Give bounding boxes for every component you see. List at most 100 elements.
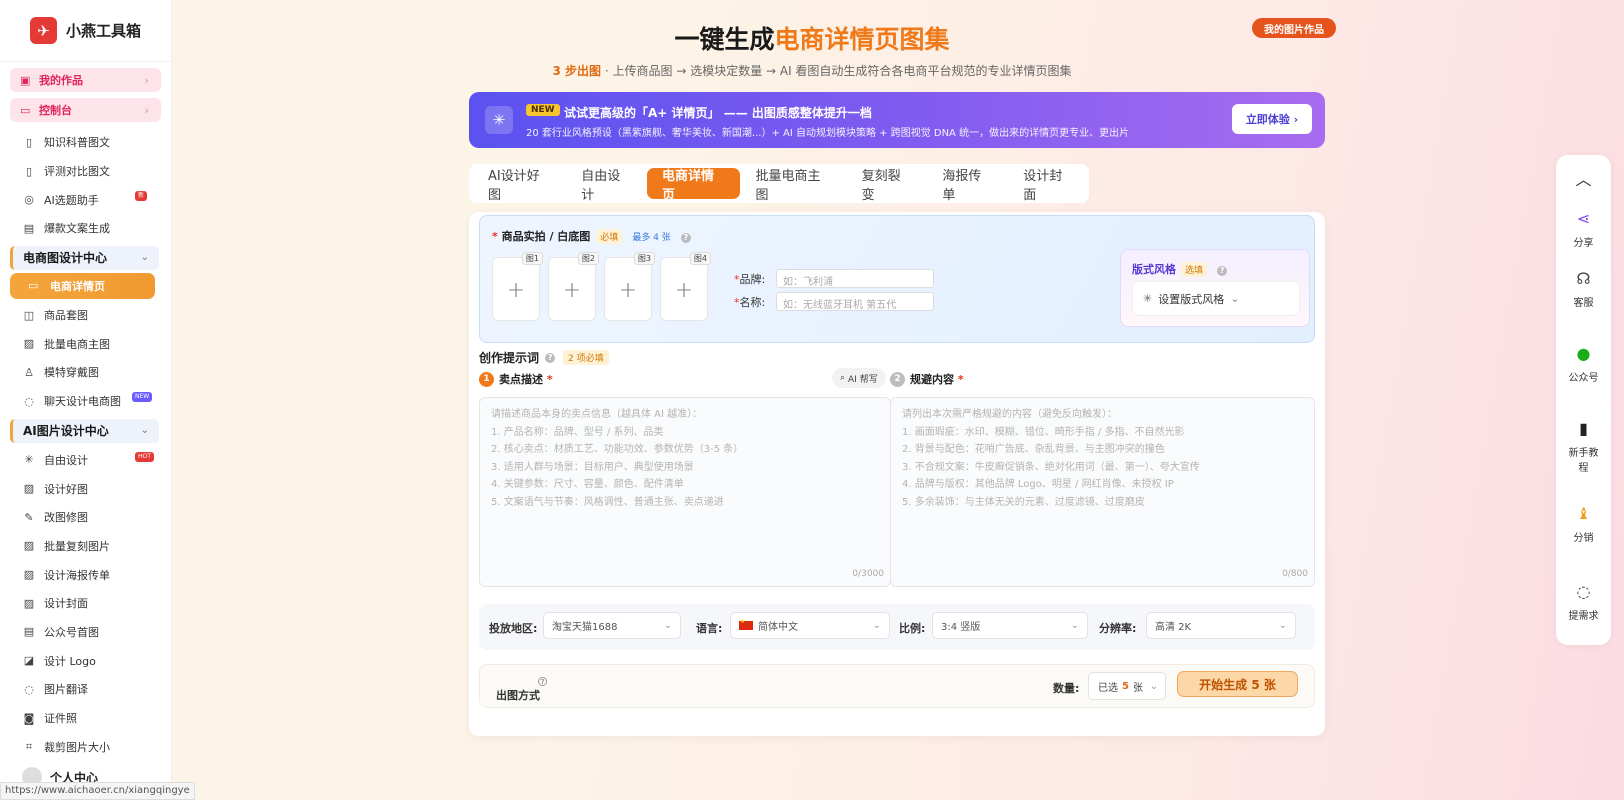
sidebar-item-product-set[interactable]: ◫ 商品套图 [0,301,171,330]
rail-service[interactable]: ☊ 客服 [1556,267,1611,310]
rail-share[interactable]: ⋖ 分享 [1556,207,1611,250]
my-works-button[interactable]: 我的图片作品 [1252,18,1336,38]
brand-label: *品牌: [734,273,766,286]
sidebar-console[interactable]: ▭ 控制台 › [10,98,161,122]
quantity-label: 数量: [1053,682,1080,695]
sidebar-item-model[interactable]: ♙ 模特穿戴图 [0,358,171,387]
brand-input[interactable]: 如：飞利浦 [776,269,934,288]
placeholder-line: 3. 适用人群与场景：目标用户、典型使用场景 [491,461,694,473]
right-rail: ︿ ⋖ 分享 ☊ 客服 ● 公众号 ▮ 新手教程 ♝ 分销 ◌ 提需求 [1556,155,1611,645]
placeholder-line: 4. 品牌与版权：其他品牌 Logo、明星 / 网红肖像、未授权 IP [902,479,1174,490]
tab-replicate[interactable]: 复刻裂变 [847,168,928,203]
tab-poster[interactable]: 海报传单 [927,168,1008,203]
chevron-down-icon: ⌄ [1230,292,1240,305]
quantity-select[interactable]: 已选 5 张 ⌄ [1088,672,1166,700]
title-main: 一键生成 [674,25,775,54]
sidebar-item-free-design[interactable]: ✳ 自由设计 HOT [0,446,171,475]
rail-wechat[interactable]: ● 公众号 [1556,342,1611,385]
new-badge: NEW [132,391,153,402]
collapse-button[interactable]: ︿ [1556,167,1611,194]
sidebar-item-good-image[interactable]: ▨ 设计好图 [0,474,171,503]
upload-slot-3[interactable]: 图3 + [604,252,655,321]
rail-request[interactable]: ◌ 提需求 [1556,580,1611,623]
sidebar-item-id-photo[interactable]: ◙ 证件照 [0,704,171,733]
sidebar-item-knowledge[interactable]: ▯ 知识科普图文 [0,128,171,157]
document-icon: ▤ [23,625,35,639]
sidebar-item-label: 商品套图 [44,309,88,323]
sidebar-item-cover[interactable]: ▨ 设计封面 [0,589,171,618]
promo-banner[interactable]: ✳ NEW 试试更高级的「A+ 详情页」 —— 出图质感整体提升一档 20 套行… [469,92,1325,148]
pen-icon: ✎ [24,510,34,524]
section-ecommerce[interactable]: 电商图设计中心 ⌄ [10,245,159,270]
tab-detail-page[interactable]: 电商详情页 [646,168,741,203]
upload-panel: * 商品实拍 / 白底图 必填 最多 4 张? 图1 + 图2 + 图3 + 图4 + *品… [479,215,1315,343]
tab-batch-main[interactable]: 批量电商主图 [740,168,846,203]
section-ai-image[interactable]: AI图片设计中心 ⌄ [10,418,159,443]
resolution-select[interactable]: 高清 2K ⌄ [1146,612,1296,639]
rail-tutorial[interactable]: ▮ 新手教程 [1556,417,1611,475]
book-open-icon: ▮ [1579,418,1588,438]
generate-button[interactable]: 开始生成 5 张 [1177,671,1298,697]
sparkle-icon: ✳ [485,106,513,134]
sidebar-item-logo[interactable]: ◪ 设计 Logo [0,646,171,675]
sidebar-item-wechat-cover[interactable]: ▤ 公众号首图 [0,618,171,647]
col-title: 规避内容 [910,373,954,386]
status-url: https://www.aichaoer.cn/xiangqingye [0,782,195,800]
ratio-select[interactable]: 3:4 竖版 ⌄ [932,612,1088,639]
slot-number: 图2 [577,252,599,265]
tab-ai-design[interactable]: AI设计好图 [473,168,566,203]
help-icon[interactable]: ? [1217,266,1228,276]
placeholder-line: 1. 画面瑕疵：水印、模糊、错位、畸形手指 / 多指、不自然光影 [902,426,1185,438]
sidebar-item-detail-page[interactable]: ▭ 电商详情页 [10,272,155,299]
image-icon: ▨ [23,596,35,610]
sidebar-item-label: AI选题助手 [44,193,99,207]
sidebar-item-label: 控制台 [39,104,72,117]
subtitle-text: · 上传商品图 → 选模块定数量 → AI 看图自动生成符合各电商平台规范的专业… [601,64,1072,78]
sidebar-item-topic[interactable]: ◎ AI选题助手 新 [0,185,171,214]
image-edit-icon: ▨ [23,482,35,496]
settings-row: 投放地区: 淘宝天猫1688 ⌄ 语言: 简体中文 ⌄ 比例: 3:4 竖版 ⌄ 分辨… [479,604,1315,650]
sidebar-item-batch-copy[interactable]: ▨ 批量复刻图片 [0,532,171,561]
help-icon[interactable]: ? [538,677,547,686]
layout-style-select[interactable]: ✳ 设置版式风格 ⌄ [1132,281,1300,316]
sidebar: ✈ 小燕工具箱 ▣ 我的作品 › ▭ 控制台 › ▯ 知识科普图文 ▯ 评测对比图文… [0,0,172,800]
col-title: 卖点描述 [499,373,543,386]
image-icon: ▨ [23,539,35,553]
avoid-textarea[interactable]: 请列出本次需严格规避的内容（避免反向触发）： 1. 画面瑕疵：水印、模糊、错位、… [890,397,1315,587]
book-icon: ▯ [25,135,33,149]
sidebar-item-edit[interactable]: ✎ 改图修图 [0,503,171,532]
tab-cover[interactable]: 设计封面 [1008,168,1089,203]
slot-number: 图1 [521,252,543,265]
selling-points-textarea[interactable]: 请描述商品本身的卖点信息（越具体 AI 越准）： 1. 产品名称：品牌、型号 /… [479,397,891,587]
upload-slot-2[interactable]: 图2 + [548,252,599,321]
help-icon[interactable]: ? [545,352,556,363]
sidebar-item-label: 证件照 [44,712,77,726]
sidebar-item-batch-main[interactable]: ▨ 批量电商主图 [0,329,171,358]
button-label: AI 帮写 [848,374,878,385]
sidebar-item-crop[interactable]: ⌗ 裁剪图片大小 [0,732,171,761]
ai-help-button[interactable]: ⌕ AI 帮写 [832,368,886,388]
message-icon: ◌ [1576,581,1591,601]
sidebar-item-label: 评测对比图文 [44,165,110,179]
tab-free-design[interactable]: 自由设计 [566,168,647,203]
placeholder-line: 请描述商品本身的卖点信息（越具体 AI 越准）： [491,409,703,420]
upload-slot-4[interactable]: 图4 + [660,252,711,321]
upload-slot-1[interactable]: 图1 + [492,252,543,321]
placeholder-line: 2. 背景与配色：花哨广告底、杂乱背景、与主图冲突的撞色 [902,444,1165,455]
region-select[interactable]: 淘宝天猫1688 ⌄ [543,612,681,639]
sidebar-item-chat-design[interactable]: ◌ 聊天设计电商图 NEW [0,387,171,416]
rail-distribution[interactable]: ♝ 分销 [1556,502,1611,545]
prompt-heading: 创作提示词? 2 项必填 [479,349,609,366]
sidebar-item-label: 设计海报传单 [44,568,110,582]
sidebar-item-copywriting[interactable]: ▤ 爆款文案生成 [0,214,171,243]
sidebar-item-poster[interactable]: ▨ 设计海报传单 [0,560,171,589]
help-icon[interactable]: ? [680,233,691,243]
page-subtitle: 3 步出图 · 上传商品图 → 选模块定数量 → AI 看图自动生成符合各电商平… [0,62,1624,79]
sidebar-item-review[interactable]: ▯ 评测对比图文 [0,157,171,186]
name-input[interactable]: 如：无线蓝牙耳机 第五代 [776,292,934,311]
sidebar-item-translate[interactable]: ◌ 图片翻译 [0,675,171,704]
chat-icon: ◌ [24,682,34,696]
placeholder-line: 5. 多余装饰：与主体无关的元素、过度滤镜、过度磨皮 [902,496,1145,508]
try-now-button[interactable]: 立即体验 › [1232,104,1312,134]
language-select[interactable]: 简体中文 ⌄ [730,612,890,639]
